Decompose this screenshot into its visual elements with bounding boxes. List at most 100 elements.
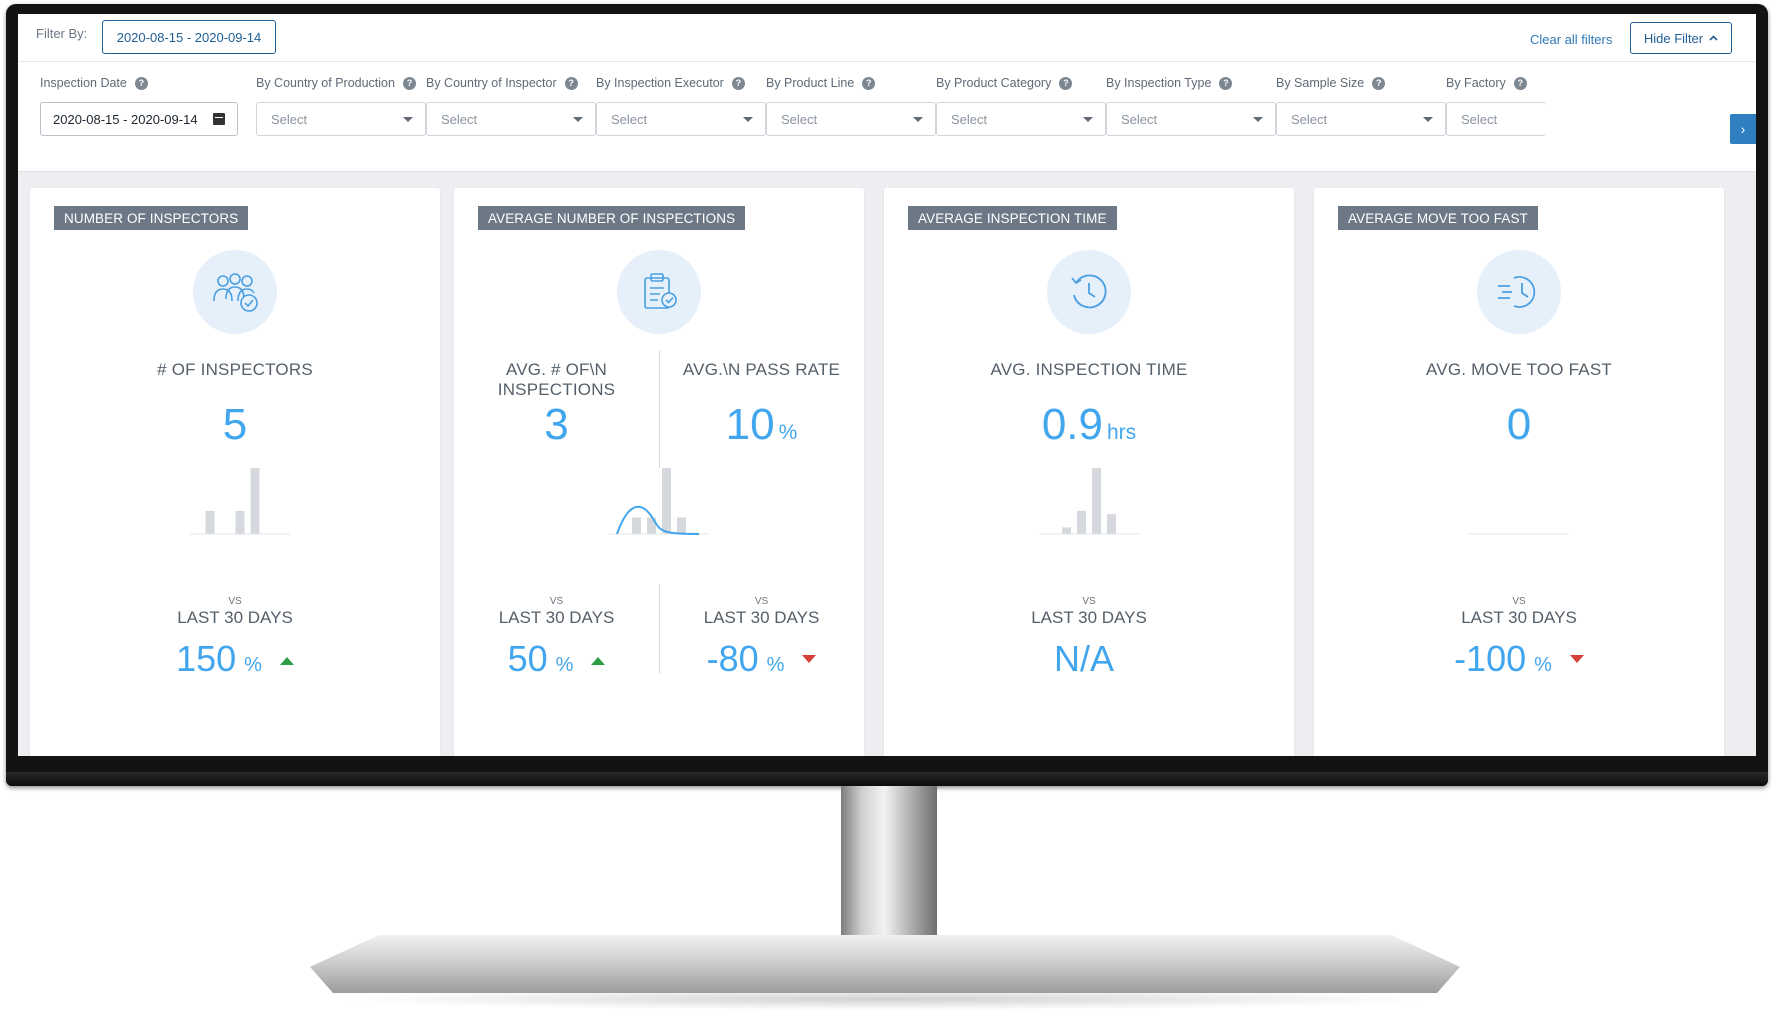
chevron-down-icon	[1083, 116, 1093, 122]
help-icon[interactable]: ?	[1372, 76, 1386, 90]
monitor-bezel-lip	[6, 772, 1768, 786]
vs-label: VS	[228, 596, 242, 607]
active-filter-chip[interactable]: 2020-08-15 - 2020-09-14	[102, 20, 276, 54]
last-30-days-label: LAST 30 DAYS	[1031, 608, 1147, 627]
filter-label: By Product Category	[936, 76, 1052, 90]
help-icon[interactable]: ?	[402, 76, 416, 90]
change-value: N/A	[884, 638, 1284, 680]
filter-label: By Inspection Executor	[596, 76, 724, 90]
inspection-executor-select[interactable]: Select	[596, 102, 766, 136]
inspection-date-input[interactable]: 2020-08-15 - 2020-09-14	[40, 102, 238, 136]
help-icon[interactable]: ?	[1219, 76, 1233, 90]
metric-label: AVG. INSPECTION TIME	[990, 360, 1188, 379]
change-value: 150%	[30, 638, 440, 680]
metric-label-pass-rate: AVG.\N PASS RATE	[682, 360, 841, 379]
change-value-inspections: 50%	[454, 638, 659, 680]
change-number: 50	[507, 638, 548, 679]
filter-factory: By Factory? Select	[1446, 76, 1546, 136]
clear-all-filters-link[interactable]: Clear all filters	[1530, 32, 1612, 47]
trend-down-icon	[1569, 655, 1584, 663]
select-value: Select	[1121, 111, 1158, 127]
filter-label: By Country of Production	[256, 76, 395, 90]
filter-product-category: By Product Category? Select	[936, 76, 1106, 136]
filter-panel: Inspection Date? 2020-08-15 - 2020-09-14…	[18, 62, 1756, 172]
pass-rate-unit: %	[778, 421, 798, 444]
histogram-bar	[235, 510, 245, 534]
calendar-icon[interactable]	[213, 113, 225, 125]
chevron-down-icon	[403, 116, 413, 122]
metric-label: # OF INSPECTORS	[157, 360, 313, 379]
change-number: 150	[176, 638, 237, 679]
card-tag: AVERAGE INSPECTION TIME	[908, 206, 1117, 230]
select-value: Select	[441, 111, 478, 127]
card-tag: NUMBER OF INSPECTORS	[54, 206, 249, 230]
sample-size-select[interactable]: Select	[1276, 102, 1446, 136]
histogram-bar	[250, 468, 260, 534]
hide-filter-button[interactable]: Hide Filter	[1630, 22, 1732, 54]
inspection-type-select[interactable]: Select	[1106, 102, 1276, 136]
last-30-days-label: LAST 30 DAYS	[1461, 608, 1577, 627]
filter-country-of-production: By Country of Production? Select	[256, 76, 426, 136]
metric-value: 0	[1506, 400, 1532, 449]
date-range-value: 2020-08-15 - 2020-09-14	[53, 111, 198, 127]
metric-value-pass-rate: 10%	[659, 400, 864, 450]
distribution-curve	[616, 505, 700, 535]
histogram-sparkline	[190, 468, 290, 535]
filter-by-label: Filter By:	[36, 26, 88, 41]
filter-label: By Product Line	[766, 76, 855, 90]
product-line-select[interactable]: Select	[766, 102, 936, 136]
metric-value-inspections: 3	[544, 400, 569, 449]
help-icon[interactable]: ?	[1059, 76, 1073, 90]
pass-rate-number: 10	[725, 400, 775, 449]
factory-select[interactable]: Select	[1446, 102, 1546, 136]
help-icon[interactable]: ?	[731, 76, 745, 90]
filter-label: By Country of Inspector	[426, 76, 557, 90]
last-30-days-label: LAST 30 DAYS	[177, 608, 293, 627]
select-value: Select	[781, 111, 818, 127]
select-value: Select	[951, 111, 988, 127]
hide-filter-label: Hide Filter	[1643, 30, 1704, 46]
help-icon[interactable]: ?	[564, 76, 578, 90]
chevron-right-icon: ›	[1740, 121, 1746, 137]
filter-inspection-executor: By Inspection Executor? Select	[596, 76, 766, 136]
card-average-inspection-time: AVERAGE INSPECTION TIME AVG. INSPECTION …	[884, 188, 1294, 756]
change-value-pass-rate: -80%	[659, 638, 864, 680]
select-value: Select	[1461, 111, 1498, 127]
histogram-sparkline	[1469, 533, 1569, 535]
product-category-select[interactable]: Select	[936, 102, 1106, 136]
filter-label: Inspection Date	[40, 76, 127, 90]
help-icon[interactable]: ?	[134, 76, 148, 90]
change-unit: %	[1534, 654, 1552, 676]
metric-label-line2: INSPECTIONS	[497, 380, 616, 399]
scroll-filters-right-button[interactable]: ›	[1730, 114, 1756, 144]
histogram-bar	[662, 468, 671, 534]
people-check-icon	[193, 250, 277, 334]
change-value: -100%	[1314, 638, 1724, 680]
chevron-down-icon	[1253, 116, 1263, 122]
change-number: N/A	[1053, 638, 1114, 679]
histogram-bar	[1077, 510, 1086, 534]
help-icon[interactable]: ?	[1513, 76, 1527, 90]
metric-value: 0.9 hrs	[884, 400, 1294, 450]
histogram-bar	[677, 517, 686, 534]
trend-up-icon	[279, 657, 294, 665]
time-number: 0.9	[1041, 400, 1103, 449]
clipboard-check-icon	[617, 250, 701, 334]
metric-label: AVG. MOVE TOO FAST	[1426, 360, 1612, 379]
last-30-days-label: LAST 30 DAYS	[703, 608, 820, 627]
country-of-production-select[interactable]: Select	[256, 102, 426, 136]
metric-value: 5	[222, 400, 248, 449]
monitor-stand-neck	[841, 786, 937, 956]
card-tag: AVERAGE MOVE TOO FAST	[1338, 206, 1538, 230]
histogram-bar	[1062, 527, 1071, 534]
filter-label: By Inspection Type	[1106, 76, 1212, 90]
filter-label: By Sample Size	[1276, 76, 1365, 90]
change-number: -100	[1454, 638, 1527, 679]
histogram-bar	[205, 510, 215, 534]
metric-label-line1: AVG. # OF\N	[505, 360, 608, 379]
country-of-inspector-select[interactable]: Select	[426, 102, 596, 136]
chevron-down-icon	[573, 116, 583, 122]
histogram-bar	[1107, 514, 1116, 534]
card-tag: AVERAGE NUMBER OF INSPECTIONS	[478, 206, 746, 230]
help-icon[interactable]: ?	[862, 76, 876, 90]
